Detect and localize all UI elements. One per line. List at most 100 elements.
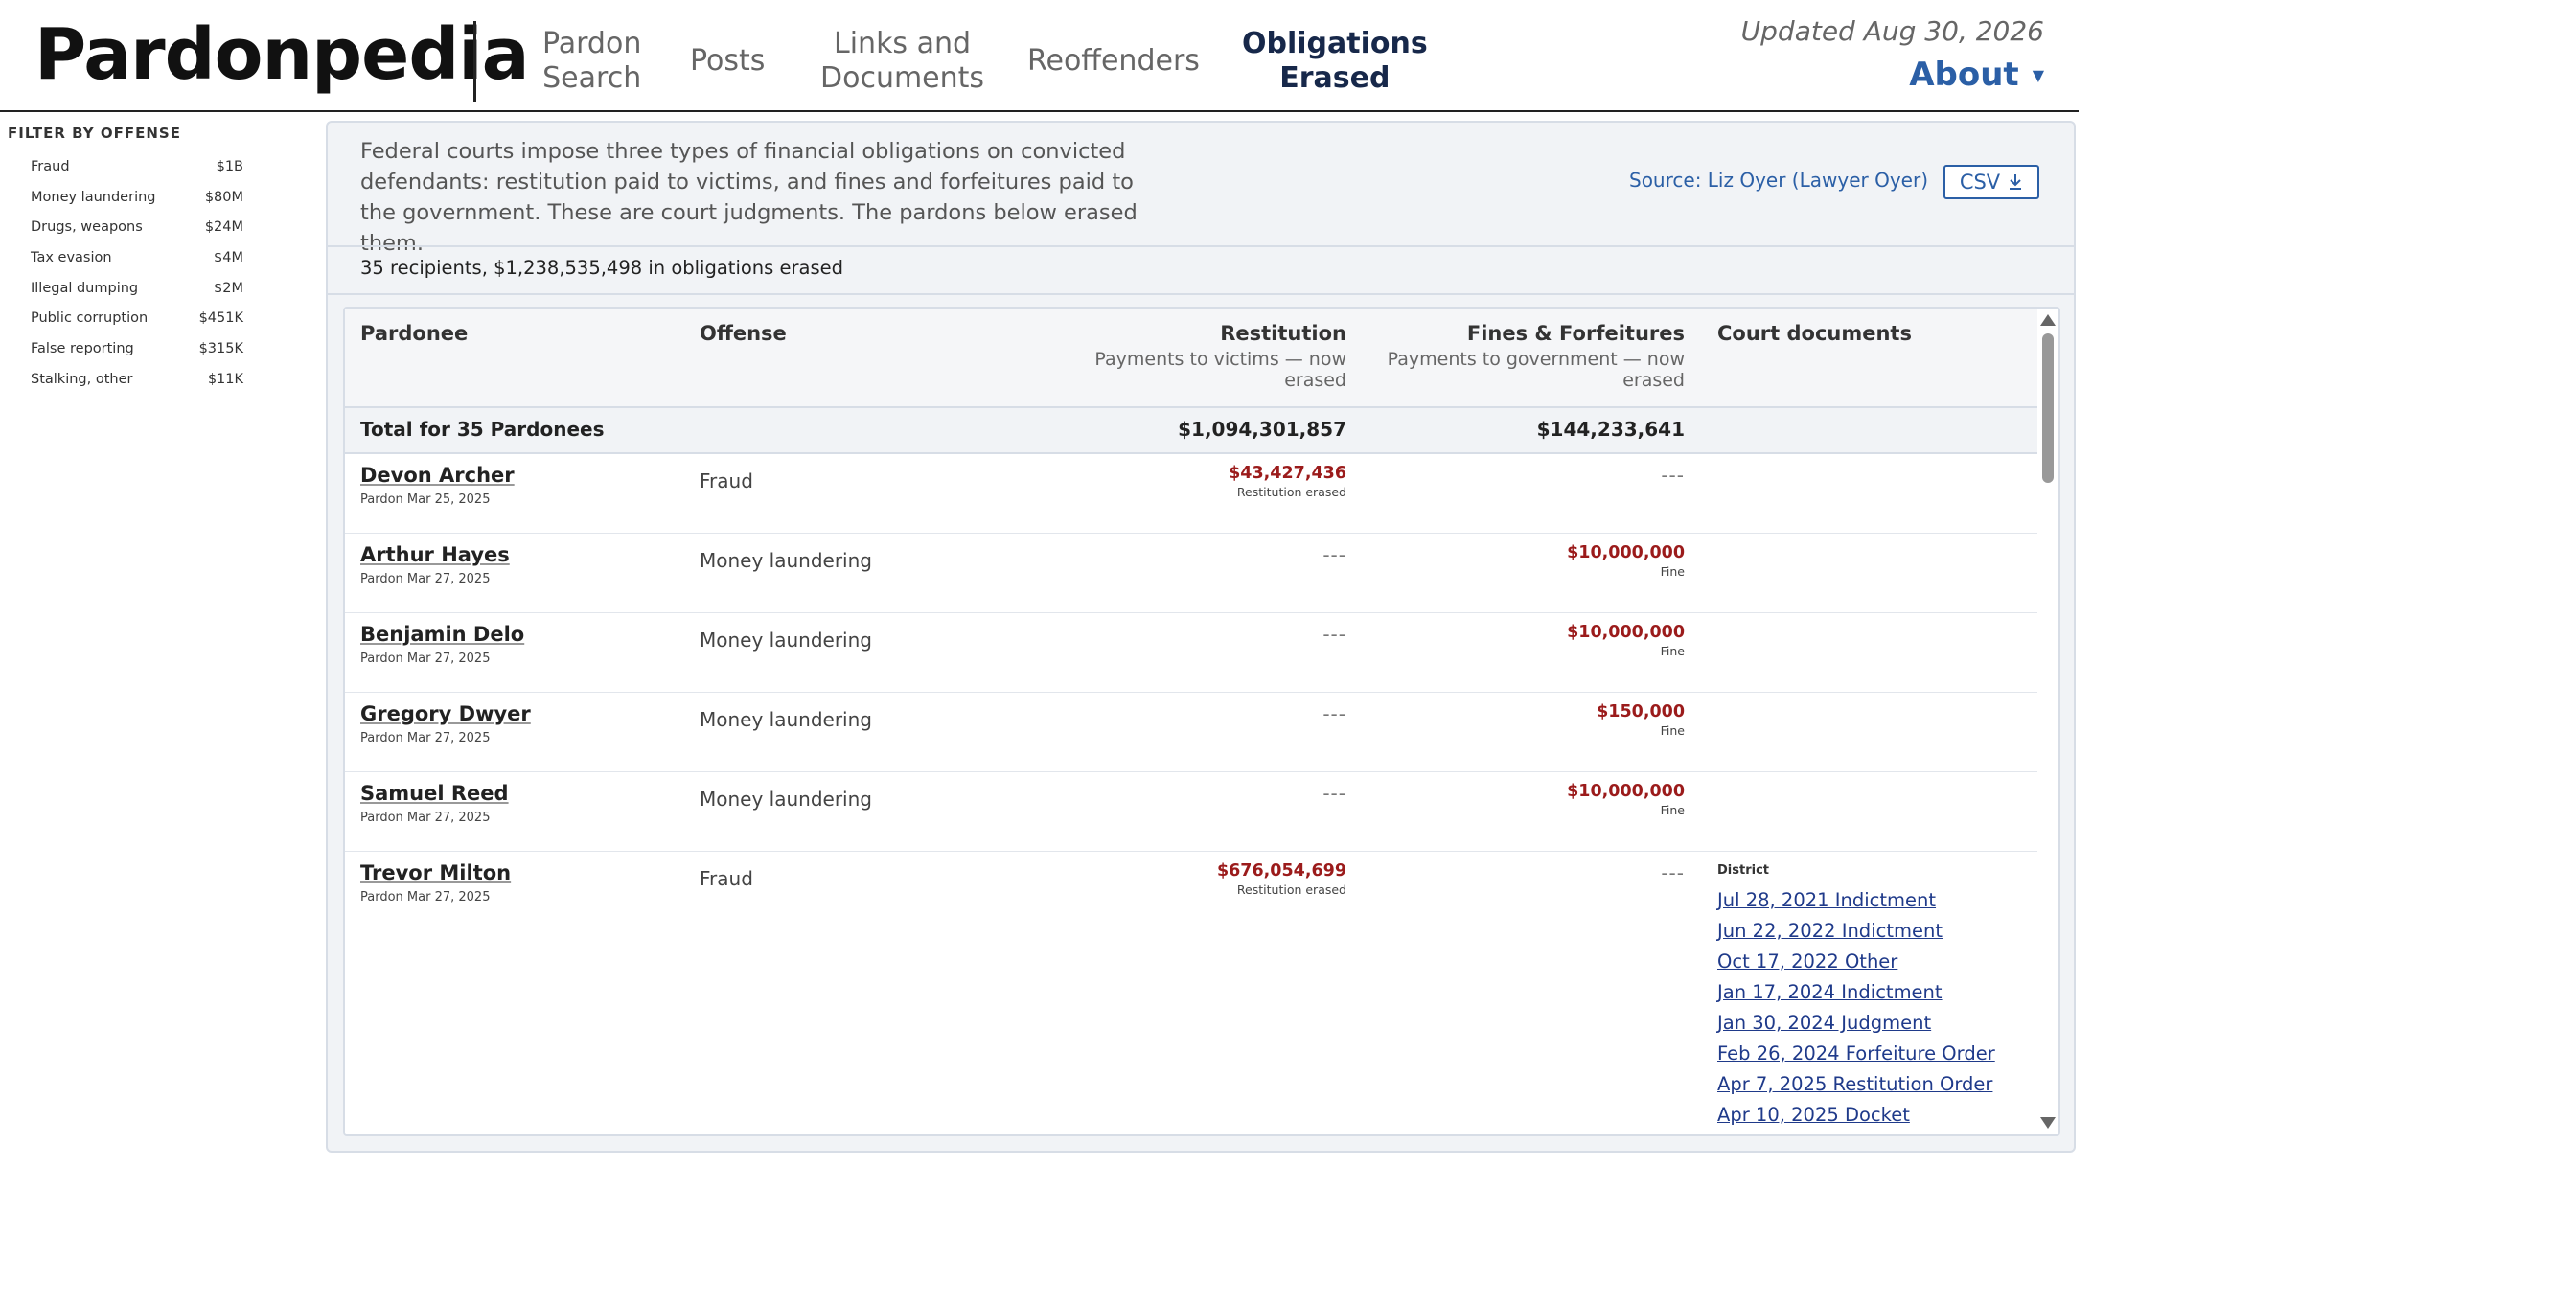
header-court-documents: Court documents bbox=[1717, 322, 1912, 345]
pardonee-name[interactable]: Benjamin Delo bbox=[360, 623, 524, 646]
top-header: Pardonpedia Pardon Search Posts Links an… bbox=[0, 0, 2079, 112]
nav-posts[interactable]: Posts bbox=[690, 44, 765, 79]
table-header: Pardonee Offense Restitution Payments to… bbox=[345, 309, 2041, 408]
restitution-amount: $43,427,436 Restitution erased bbox=[1229, 464, 1346, 499]
table-row: Devon Archer Pardon Mar 25, 2025 Fraud $43… bbox=[345, 454, 2041, 534]
table-row: Trevor Milton Pardon Mar 27, 2025 Fraud $6… bbox=[345, 852, 2041, 1134]
summary-text: 35 recipients, $1,238,535,498 in obligat… bbox=[360, 257, 844, 279]
filter-item-amount: $2M bbox=[214, 280, 243, 296]
restitution-note: Restitution erased bbox=[1236, 485, 1346, 499]
nav-links-line1: Links and bbox=[834, 27, 972, 60]
pardon-date: Pardon Mar 25, 2025 bbox=[360, 492, 491, 507]
source-link[interactable]: Source: Liz Oyer (Lawyer Oyer) bbox=[1629, 169, 1928, 192]
fines-empty: --- bbox=[1661, 464, 1685, 487]
total-label: Total for 35 Pardonees bbox=[360, 418, 605, 441]
header-fines-sub: Payments to government — now erased bbox=[1387, 349, 1685, 391]
scroll-down-arrow-icon[interactable] bbox=[2040, 1117, 2056, 1129]
court-document-link[interactable]: Apr 7, 2025 Restitution Order bbox=[1717, 1069, 1995, 1100]
header-offense[interactable]: Offense bbox=[700, 322, 787, 345]
court-document-link[interactable]: Feb 26, 2024 Forfeiture Order bbox=[1717, 1039, 1995, 1069]
nav-reoffenders[interactable]: Reoffenders bbox=[1027, 44, 1200, 79]
pardon-date: Pardon Mar 27, 2025 bbox=[360, 652, 491, 666]
offense-cell: Money laundering bbox=[700, 549, 872, 572]
court-document-link[interactable]: Apr 10, 2025 Docket bbox=[1717, 1100, 1995, 1131]
scroll-thumb[interactable] bbox=[2042, 333, 2054, 483]
offense-filter-sidebar: FILTER BY OFFENSE Fraud $1B Money launderi… bbox=[8, 125, 247, 399]
nav-links-line2: Documents bbox=[820, 61, 985, 95]
restitution-empty: --- bbox=[1322, 623, 1346, 646]
filter-item[interactable]: Public corruption $451K bbox=[8, 307, 247, 330]
fines-note: Fine bbox=[1660, 564, 1685, 579]
nav-links-documents[interactable]: Links and Documents bbox=[820, 27, 984, 96]
nav-obligations-line2: Erased bbox=[1279, 61, 1391, 95]
site-logo[interactable]: Pardonpedia bbox=[34, 13, 530, 96]
pardonee-name[interactable]: Gregory Dwyer bbox=[360, 702, 531, 725]
filter-item-amount: $451K bbox=[198, 310, 243, 327]
csv-label: CSV bbox=[1959, 171, 2001, 194]
obligations-panel: Federal courts impose three types of fin… bbox=[326, 121, 2076, 1153]
pardonee-name[interactable]: Samuel Reed bbox=[360, 782, 509, 805]
restitution-value: $43,427,436 bbox=[1229, 464, 1346, 483]
pardonee-name[interactable]: Devon Archer bbox=[360, 464, 515, 487]
court-document-link[interactable]: Jan 30, 2024 Judgment bbox=[1717, 1008, 1995, 1039]
caret-down-icon: ▼ bbox=[2032, 65, 2044, 84]
scroll-up-arrow-icon[interactable] bbox=[2040, 314, 2056, 326]
header-pardonee[interactable]: Pardonee bbox=[360, 322, 468, 345]
pardonee-name[interactable]: Arthur Hayes bbox=[360, 543, 510, 566]
nav-pardon-search-line1: Pardon bbox=[542, 27, 642, 60]
fines-value: $10,000,000 bbox=[1567, 782, 1685, 801]
nav-pardon-search[interactable]: Pardon Search bbox=[542, 27, 641, 96]
filter-item[interactable]: Money laundering $80M bbox=[8, 185, 247, 209]
filter-item-label: Money laundering bbox=[31, 189, 156, 205]
court-document-link[interactable]: Oct 17, 2022 Other bbox=[1717, 947, 1995, 977]
logo-divider bbox=[473, 21, 476, 102]
nav-obligations-erased[interactable]: Obligations Erased bbox=[1242, 27, 1428, 96]
table-row: Arthur Hayes Pardon Mar 27, 2025 Money lau… bbox=[345, 534, 2041, 613]
offense-cell: Fraud bbox=[700, 867, 753, 890]
pardon-date: Pardon Mar 27, 2025 bbox=[360, 811, 491, 825]
csv-download-button[interactable]: CSV bbox=[1944, 165, 2039, 199]
filter-item[interactable]: Stalking, other $11K bbox=[8, 368, 247, 391]
restitution-amount: $676,054,699 Restitution erased bbox=[1217, 861, 1346, 897]
filter-item[interactable]: Illegal dumping $2M bbox=[8, 277, 247, 300]
fines-amount: $150,000 Fine bbox=[1597, 702, 1685, 738]
court-document-link[interactable]: Jul 28, 2021 Indictment bbox=[1717, 885, 1995, 916]
offense-cell: Money laundering bbox=[700, 788, 872, 811]
filter-item-label: Illegal dumping bbox=[31, 280, 139, 296]
about-label: About bbox=[1909, 56, 2019, 94]
table-row: Samuel Reed Pardon Mar 27, 2025 Money laun… bbox=[345, 772, 2041, 852]
fines-note: Fine bbox=[1660, 803, 1685, 817]
filter-item[interactable]: Tax evasion $4M bbox=[8, 246, 247, 269]
restitution-empty: --- bbox=[1322, 782, 1346, 805]
court-document-link[interactable]: Jan 17, 2024 Indictment bbox=[1717, 977, 1995, 1008]
filter-share-bar bbox=[23, 216, 29, 240]
filter-item[interactable]: Drugs, weapons $24M bbox=[8, 216, 247, 240]
pardon-date: Pardon Mar 27, 2025 bbox=[360, 731, 491, 745]
filter-item[interactable]: False reporting $315K bbox=[8, 337, 247, 360]
nav-obligations-line1: Obligations bbox=[1242, 27, 1428, 60]
pardon-date: Pardon Mar 27, 2025 bbox=[360, 890, 491, 904]
offense-cell: Money laundering bbox=[700, 708, 872, 731]
sidebar-title: FILTER BY OFFENSE bbox=[8, 125, 181, 142]
restitution-empty: --- bbox=[1322, 702, 1346, 725]
filter-item-label: Tax evasion bbox=[31, 250, 112, 266]
court-document-link[interactable]: Jun 22, 2022 Indictment bbox=[1717, 916, 1995, 947]
pardonee-name[interactable]: Trevor Milton bbox=[360, 861, 511, 884]
fines-amount: $10,000,000 Fine bbox=[1567, 543, 1685, 579]
header-restitution-sub: Payments to victims — now erased bbox=[1094, 349, 1346, 391]
header-restitution[interactable]: Restitution Payments to victims — now er… bbox=[1040, 322, 1346, 391]
fines-value: $10,000,000 bbox=[1567, 623, 1685, 642]
filter-item-label: Fraud bbox=[31, 159, 70, 174]
about-dropdown[interactable]: About ▼ bbox=[1909, 56, 2044, 94]
header-fines[interactable]: Fines & Forfeitures Payments to governme… bbox=[1378, 322, 1685, 391]
fines-note: Fine bbox=[1660, 644, 1685, 658]
intro-text: Federal courts impose three types of fin… bbox=[360, 139, 1138, 256]
filter-item[interactable]: Fraud $1B bbox=[8, 155, 247, 178]
offense-cell: Fraud bbox=[700, 469, 753, 492]
filter-item-amount: $11K bbox=[207, 371, 243, 387]
filter-item-amount: $1B bbox=[216, 159, 243, 174]
fines-amount: $10,000,000 Fine bbox=[1567, 623, 1685, 658]
fines-value: $150,000 bbox=[1597, 702, 1685, 721]
table-scrollbar[interactable] bbox=[2037, 309, 2058, 1134]
fines-note: Fine bbox=[1660, 723, 1685, 738]
